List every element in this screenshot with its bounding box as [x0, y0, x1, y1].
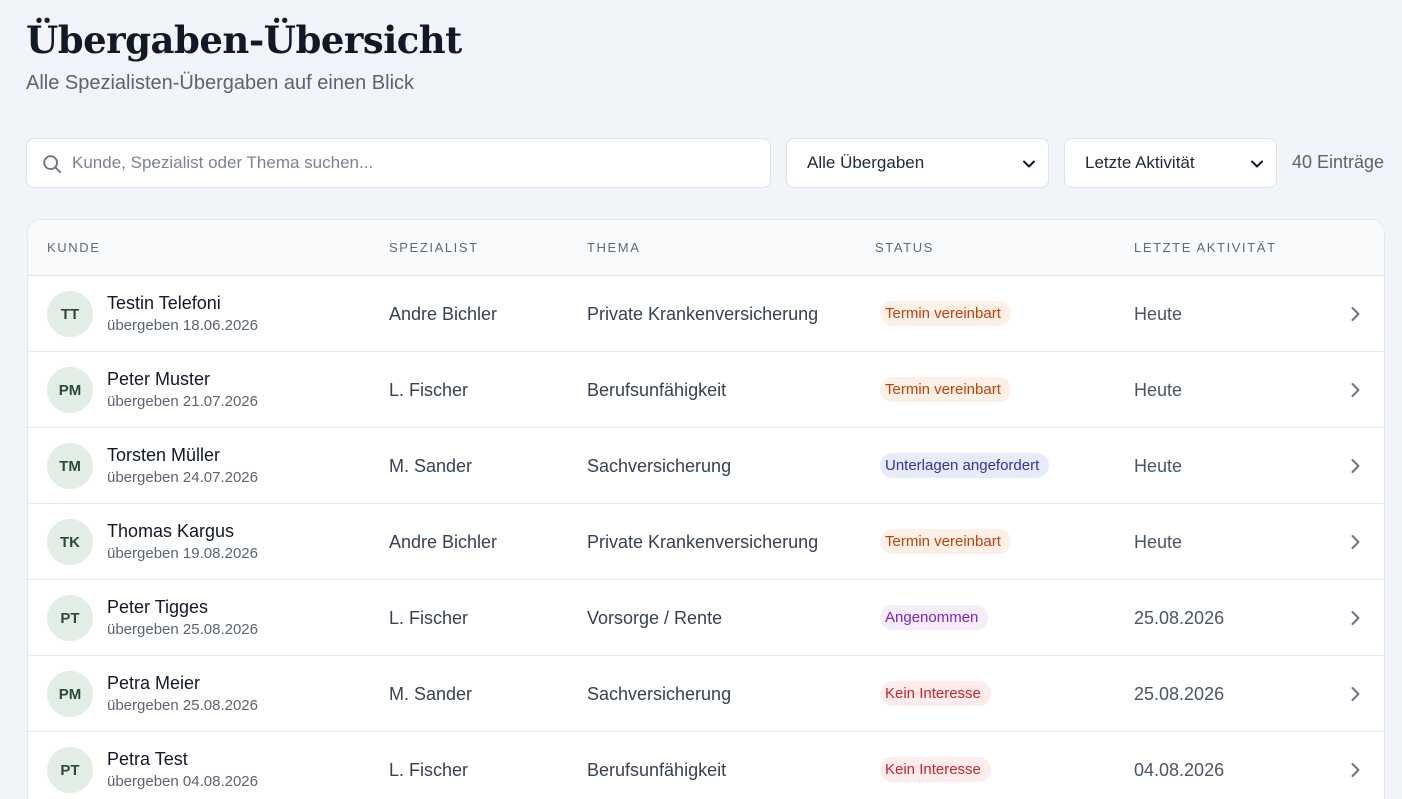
- table-row[interactable]: PT Petra Test übergeben 04.08.2026 L. Fisch…: [28, 732, 1384, 799]
- status-badge: Termin vereinbart: [880, 301, 1011, 326]
- chevron-down-icon: [1251, 160, 1263, 168]
- topic: Private Krankenversicherung: [587, 532, 819, 552]
- specialist-name: Andre Bichler: [389, 532, 498, 552]
- topic: Berufsunfähigkeit: [587, 760, 727, 780]
- customer-name: Testin Telefoni: [107, 293, 221, 313]
- specialist-name: M. Sander: [389, 456, 473, 476]
- handover-date: übergeben 24.07.2026: [107, 469, 258, 486]
- table-row[interactable]: TK Thomas Kargus übergeben 19.08.2026 Andre…: [28, 504, 1384, 580]
- customer-name: Thomas Kargus: [107, 521, 235, 541]
- page-subtitle: Alle Spezialisten-Übergaben auf einen Bl…: [26, 72, 415, 94]
- avatar: TK: [47, 519, 93, 565]
- chevron-right-icon[interactable]: [1346, 457, 1364, 475]
- chevron-right-icon[interactable]: [1346, 533, 1364, 551]
- sort-select[interactable]: Letzte Aktivität: [1064, 138, 1277, 188]
- topic: Berufsunfähigkeit: [587, 380, 727, 400]
- topic: Sachversicherung: [587, 456, 732, 476]
- sort-value: Letzte Aktivität: [1085, 153, 1195, 172]
- search-input[interactable]: [72, 139, 752, 187]
- toolbar: Alle Übergaben Letzte Aktivität 40 Eintr…: [26, 138, 1386, 188]
- customer-name: Petra Test: [107, 749, 188, 769]
- customer-name: Peter Tigges: [107, 597, 209, 617]
- chevron-right-icon[interactable]: [1346, 609, 1364, 627]
- status-badge: Angenommen: [880, 605, 989, 630]
- last-activity: 04.08.2026: [1134, 760, 1225, 780]
- status-badge: Unterlagen angefordert: [880, 453, 1050, 478]
- last-activity: Heute: [1134, 532, 1183, 552]
- last-activity: 25.08.2026: [1134, 608, 1225, 628]
- entry-count: 40 Einträge: [1292, 152, 1385, 172]
- last-activity: Heute: [1134, 304, 1183, 324]
- column-header-letzte-aktivitaet[interactable]: Letzte Aktivität: [1134, 240, 1277, 255]
- topic: Private Krankenversicherung: [587, 304, 819, 324]
- avatar: TM: [47, 443, 93, 489]
- last-activity: Heute: [1134, 456, 1183, 476]
- topic: Sachversicherung: [587, 684, 732, 704]
- customer-name: Peter Muster: [107, 369, 211, 389]
- column-header-status[interactable]: Status: [875, 240, 934, 255]
- column-header-thema[interactable]: Thema: [587, 240, 641, 255]
- specialist-name: L. Fischer: [389, 608, 469, 628]
- avatar: TT: [47, 291, 93, 337]
- page-title: Übergaben-Übersicht: [26, 18, 462, 62]
- search-icon: [43, 155, 62, 174]
- status-badge: Termin vereinbart: [880, 377, 1011, 402]
- status-badge: Kein Interesse: [880, 681, 991, 706]
- status-filter-value: Alle Übergaben: [807, 153, 925, 172]
- chevron-right-icon[interactable]: [1346, 381, 1364, 399]
- topic: Vorsorge / Rente: [587, 608, 723, 628]
- chevron-right-icon[interactable]: [1346, 305, 1364, 323]
- specialist-name: M. Sander: [389, 684, 473, 704]
- specialist-name: Andre Bichler: [389, 304, 498, 324]
- column-header-spezialist[interactable]: Spezialist: [389, 240, 479, 255]
- table-row[interactable]: PM Peter Muster übergeben 21.07.2026 L. Fis…: [28, 352, 1384, 428]
- status-filter-select[interactable]: Alle Übergaben: [786, 138, 1049, 188]
- chevron-down-icon: [1023, 160, 1035, 168]
- table-row[interactable]: PT Peter Tigges übergeben 25.08.2026 L. Fis…: [28, 580, 1384, 656]
- handover-date: übergeben 19.08.2026: [107, 545, 258, 562]
- handover-date: übergeben 21.07.2026: [107, 393, 258, 410]
- column-header-kunde[interactable]: Kunde: [47, 240, 101, 255]
- chevron-right-icon[interactable]: [1346, 685, 1364, 703]
- customer-name: Torsten Müller: [107, 445, 221, 465]
- chevron-right-icon[interactable]: [1346, 761, 1364, 779]
- table-row[interactable]: PM Petra Meier übergeben 25.08.2026 M. Sand…: [28, 656, 1384, 732]
- customer-name: Petra Meier: [107, 673, 201, 693]
- handover-date: übergeben 18.06.2026: [107, 317, 258, 334]
- last-activity: Heute: [1134, 380, 1183, 400]
- table-row[interactable]: TM Torsten Müller übergeben 24.07.2026 M. S…: [28, 428, 1384, 504]
- specialist-name: L. Fischer: [389, 380, 469, 400]
- handover-date: übergeben 25.08.2026: [107, 697, 258, 714]
- table-header: Kunde Spezialist Thema Status Letzte Akt…: [28, 220, 1384, 276]
- handover-date: übergeben 04.08.2026: [107, 773, 258, 790]
- status-badge: Kein Interesse: [880, 757, 991, 782]
- avatar: PT: [47, 747, 93, 793]
- avatar: PM: [47, 367, 93, 413]
- handover-date: übergeben 25.08.2026: [107, 621, 258, 638]
- last-activity: 25.08.2026: [1134, 684, 1225, 704]
- specialist-name: L. Fischer: [389, 760, 469, 780]
- table-row[interactable]: TT Testin Telefoni übergeben 18.06.2026 And…: [28, 276, 1384, 352]
- search-box[interactable]: [26, 138, 771, 188]
- status-badge: Termin vereinbart: [880, 529, 1011, 554]
- table-body: TT Testin Telefoni übergeben 18.06.2026 And…: [28, 276, 1384, 799]
- handover-table: Kunde Spezialist Thema Status Letzte Akt…: [27, 219, 1385, 799]
- avatar: PM: [47, 671, 93, 717]
- avatar: PT: [47, 595, 93, 641]
